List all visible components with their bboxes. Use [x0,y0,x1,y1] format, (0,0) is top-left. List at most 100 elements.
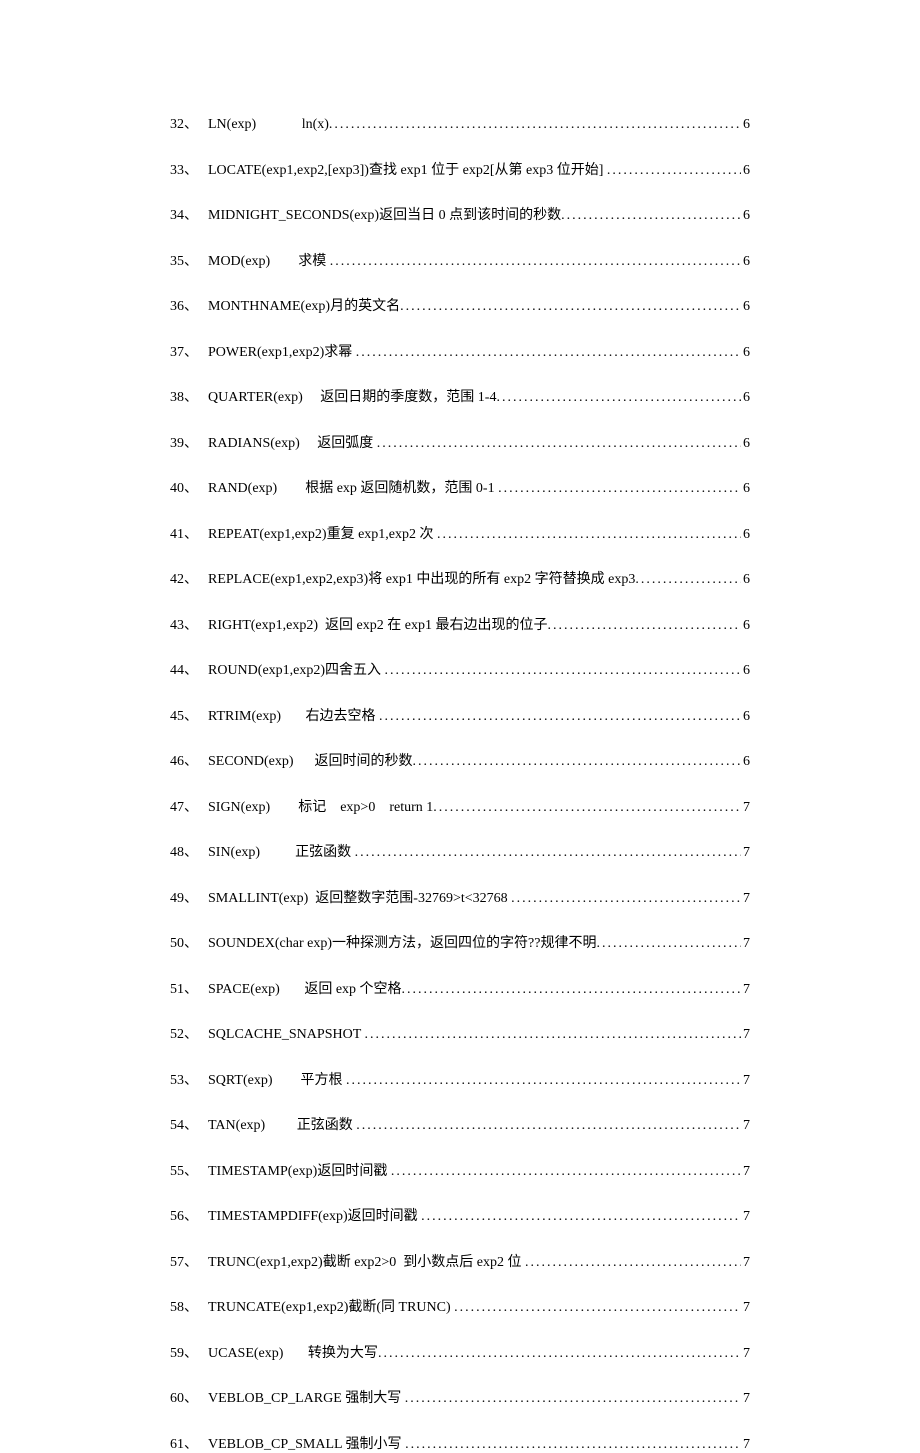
toc-leader-dots [346,1073,741,1089]
toc-entry: 40、RAND(exp) 根据 exp 返回随机数，范围 0-1 6 [170,477,750,497]
toc-number: 54、 [170,1114,208,1134]
toc-leader-dots [405,1391,741,1407]
toc-entry: 53、SQRT(exp) 平方根 7 [170,1069,750,1089]
toc-number: 37、 [170,341,208,361]
toc-leader-dots [400,299,741,315]
toc-entry: 52、SQLCACHE_SNAPSHOT 7 [170,1023,750,1043]
toc-page-number: 6 [741,208,750,224]
toc-leader-dots [377,436,741,452]
toc-leader-dots [607,163,741,179]
toc-text: MOD(exp) 求模 [208,250,330,270]
toc-text: RAND(exp) 根据 exp 返回随机数，范围 0-1 [208,477,498,497]
toc-text: REPLACE(exp1,exp2,exp3)将 exp1 中出现的所有 exp… [208,568,635,588]
toc-leader-dots [355,845,741,861]
toc-leader-dots [561,208,741,224]
toc-entry: 43、RIGHT(exp1,exp2) 返回 exp2 在 exp1 最右边出现… [170,614,750,634]
toc-text: POWER(exp1,exp2)求幂 [208,341,356,361]
toc-number: 53、 [170,1069,208,1089]
toc-number: 51、 [170,978,208,998]
toc-number: 55、 [170,1160,208,1180]
document-page: 32、LN(exp) ln(x) 6 33、LOCATE(exp1,exp2,[ex… [0,0,920,1302]
toc-leader-dots [635,572,741,588]
toc-page-number: 6 [741,527,750,543]
toc-text: TRUNCATE(exp1,exp2)截断(同 TRUNC) [208,1296,454,1316]
toc-page-number: 7 [741,845,750,861]
toc-leader-dots [356,1118,741,1134]
toc-page-number: 6 [741,254,750,270]
toc-entry: 56、TIMESTAMPDIFF(exp)返回时间戳 7 [170,1205,750,1225]
toc-entry: 59、UCASE(exp) 转换为大写7 [170,1342,750,1362]
toc-entry: 57、TRUNC(exp1,exp2)截断 exp2>0 到小数点后 exp2 … [170,1251,750,1271]
toc-page-number: 7 [741,1118,750,1134]
toc-number: 33、 [170,159,208,179]
toc-text: RIGHT(exp1,exp2) 返回 exp2 在 exp1 最右边出现的位子 [208,614,547,634]
toc-leader-dots [385,663,741,679]
toc-leader-dots [437,527,741,543]
toc-page-number: 7 [741,1255,750,1271]
toc-leader-dots [433,800,741,816]
toc-page-number: 6 [741,618,750,634]
toc-text: TIMESTAMP(exp)返回时间戳 [208,1160,391,1180]
toc-text: RTRIM(exp) 右边去空格 [208,705,379,725]
toc-text: SMALLINT(exp) 返回整数字范围-32769>t<32768 [208,887,511,907]
toc-entry: 41、REPEAT(exp1,exp2)重复 exp1,exp2 次 6 [170,523,750,543]
toc-text: VEBLOB_CP_LARGE 强制大写 [208,1387,405,1407]
toc-text: MIDNIGHT_SECONDS(exp)返回当日 0 点到该时间的秒数 [208,204,561,224]
toc-leader-dots [365,1027,742,1043]
toc-page-number: 7 [741,800,750,816]
toc-entry: 37、POWER(exp1,exp2)求幂 6 [170,341,750,361]
toc-entry: 34、MIDNIGHT_SECONDS(exp)返回当日 0 点到该时间的秒数6 [170,204,750,224]
toc-number: 32、 [170,113,208,133]
toc-entry: 44、ROUND(exp1,exp2)四舍五入 6 [170,659,750,679]
toc-page-number: 6 [741,163,750,179]
toc-leader-dots [330,254,741,270]
toc-text: SQRT(exp) 平方根 [208,1069,346,1089]
toc-leader-dots [402,982,741,998]
toc-page-number: 6 [741,345,750,361]
toc-page-number: 7 [741,936,750,952]
toc-leader-dots [511,891,741,907]
toc-page-number: 6 [741,390,750,406]
toc-number: 41、 [170,523,208,543]
toc-page-number: 6 [741,572,750,588]
toc-page-number: 7 [741,1073,750,1089]
toc-leader-dots [421,1209,741,1225]
toc-text: SPACE(exp) 返回 exp 个空格 [208,978,402,998]
toc-number: 44、 [170,659,208,679]
toc-leader-dots [329,117,741,133]
toc-number: 58、 [170,1296,208,1316]
toc-text: ROUND(exp1,exp2)四舍五入 [208,659,385,679]
toc-leader-dots [596,936,741,952]
toc-number: 57、 [170,1251,208,1271]
toc-text: SIGN(exp) 标记 exp>0 return 1 [208,796,433,816]
toc-leader-dots [379,709,741,725]
toc-text: TAN(exp) 正弦函数 [208,1114,356,1134]
toc-number: 46、 [170,750,208,770]
toc-number: 50、 [170,932,208,952]
toc-page-number: 6 [741,117,750,133]
toc-leader-dots [356,345,741,361]
toc-text: UCASE(exp) 转换为大写 [208,1342,378,1362]
toc-number: 47、 [170,796,208,816]
toc-number: 39、 [170,432,208,452]
toc-page-number: 7 [741,1437,750,1453]
toc-text: SECOND(exp) 返回时间的秒数 [208,750,413,770]
toc-number: 45、 [170,705,208,725]
toc-number: 35、 [170,250,208,270]
toc-leader-dots [378,1346,741,1362]
toc-page-number: 7 [741,982,750,998]
toc-text: LN(exp) ln(x) [208,117,329,133]
toc-entry: 60、VEBLOB_CP_LARGE 强制大写 7 [170,1387,750,1407]
toc-entry: 42、REPLACE(exp1,exp2,exp3)将 exp1 中出现的所有 … [170,568,750,588]
toc-leader-dots [405,1437,741,1453]
toc-number: 52、 [170,1023,208,1043]
toc-text: SIN(exp) 正弦函数 [208,841,355,861]
toc-text: LOCATE(exp1,exp2,[exp3])查找 exp1 位于 exp2[… [208,159,607,179]
toc-number: 42、 [170,568,208,588]
toc-page-number: 6 [741,663,750,679]
toc-text: VEBLOB_CP_SMALL 强制小写 [208,1433,405,1453]
toc-entry: 55、TIMESTAMP(exp)返回时间戳 7 [170,1160,750,1180]
toc-page-number: 7 [741,891,750,907]
toc-number: 49、 [170,887,208,907]
toc-leader-dots [413,754,741,770]
